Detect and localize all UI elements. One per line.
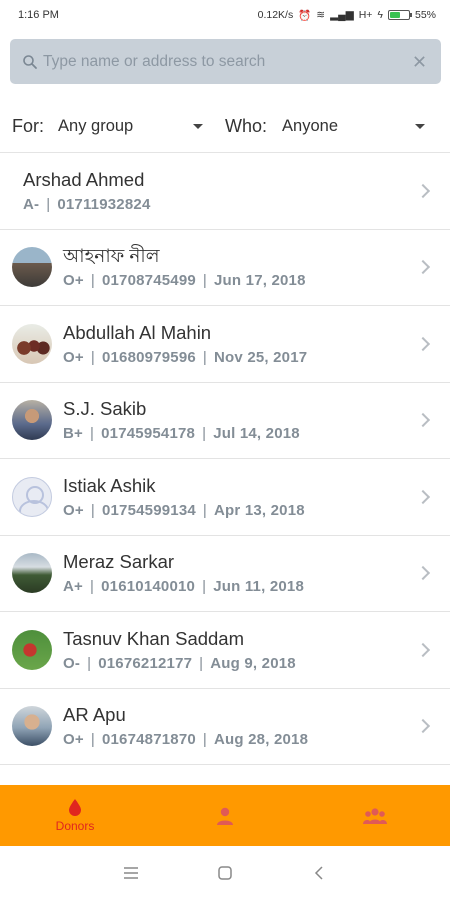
group-icon xyxy=(363,807,387,824)
donor-row[interactable]: S.J. Sakib B+ | 01745954178 | Jul 14, 2018 xyxy=(0,383,450,459)
blood-group: A- xyxy=(23,195,40,213)
donor-name: Abdullah Al Mahin xyxy=(63,321,212,343)
donor-row[interactable]: Arshad Ahmed A- | 01711932824 xyxy=(0,153,450,230)
wifi-icon: ≋ xyxy=(316,9,326,21)
blood-group: O+ xyxy=(63,348,84,366)
avatar xyxy=(12,323,52,364)
blood-group: O+ xyxy=(63,272,84,290)
avatar xyxy=(12,629,52,670)
avatar-placeholder-icon xyxy=(12,476,52,517)
donor-row[interactable]: Abdullah Al Mahin O+ | 01680979596 | Nov 25,… xyxy=(0,306,450,383)
nav-tab-donors-label: Donors xyxy=(55,819,95,833)
donor-row[interactable]: আহনাফ নীল O+ | 01708745499 | Jun 17, 2018 xyxy=(0,230,450,306)
phone: 01711932824 xyxy=(57,195,151,213)
donor-row[interactable]: Meraz Sarkar A+ | 01610140010 | Jun 11, 2018 xyxy=(0,536,450,612)
bottom-nav: Donors xyxy=(0,785,450,846)
battery-percent: 55% xyxy=(414,9,436,21)
blood-group: A+ xyxy=(63,578,83,596)
avatar xyxy=(12,400,52,441)
nav-tab-groups[interactable] xyxy=(300,785,450,846)
donor-details: O+ | 01680979596 | Nov 25, 2017 xyxy=(63,348,308,366)
net-speed: 0.12K/s xyxy=(257,9,294,21)
donor-name: Tasnuv Khan Saddam xyxy=(63,627,245,649)
status-bar: 1:16 PM 0.12K/s ⏰ ≋ ▂▄▆ H+ ϟ 55% xyxy=(0,0,450,30)
blood-drop-icon xyxy=(69,799,81,816)
avatar xyxy=(12,247,52,288)
group-dropdown[interactable]: Any group xyxy=(58,116,204,136)
who-dropdown[interactable]: Anyone xyxy=(282,116,426,136)
blood-group: O+ xyxy=(63,501,84,519)
donor-name: Meraz Sarkar xyxy=(63,551,175,573)
menu-icon[interactable] xyxy=(119,861,143,885)
donor-details: B+ | 01745954178 | Jul 14, 2018 xyxy=(63,425,300,443)
donor-list: Arshad Ahmed A- | 01711932824 আহনাফ নীল O+… xyxy=(0,153,450,765)
nav-tab-donors[interactable]: Donors xyxy=(0,785,150,846)
avatar xyxy=(12,706,52,747)
donor-row[interactable]: Tasnuv Khan Saddam O- | 01676212177 | Aug 9,… xyxy=(0,612,450,689)
alarm-icon: ⏰ xyxy=(298,9,312,22)
person-icon xyxy=(217,807,233,825)
donor-name: Istiak Ashik xyxy=(63,474,156,496)
group-dropdown-value: Any group xyxy=(58,116,134,135)
last-donation-date: Apr 13, 2018 xyxy=(214,501,305,519)
donor-details: O- | 01676212177 | Aug 9, 2018 xyxy=(63,654,296,672)
status-icons: 0.12K/s ⏰ ≋ ▂▄▆ H+ ϟ 55% xyxy=(258,9,436,22)
donor-row[interactable]: AR Apu O+ | 01674871870 | Aug 28, 2018 xyxy=(0,689,450,765)
signal-icon: ▂▄▆ xyxy=(330,9,354,21)
donor-details: O+ | 01708745499 | Jun 17, 2018 xyxy=(63,272,306,290)
search-icon xyxy=(23,54,37,69)
phone: 01708745499 xyxy=(101,272,196,290)
donor-name: আহনাফ নীল xyxy=(63,245,160,267)
blood-group: O+ xyxy=(63,731,84,749)
phone: 01745954178 xyxy=(101,425,196,443)
last-donation-date: Aug 28, 2018 xyxy=(214,731,309,749)
last-donation-date: Jun 11, 2018 xyxy=(213,578,304,596)
dropdown-caret-icon xyxy=(415,123,426,129)
network-type: H+ xyxy=(358,9,373,21)
phone: 01754599134 xyxy=(101,501,196,519)
donor-details: O+ | 01674871870 | Aug 28, 2018 xyxy=(63,731,309,749)
last-donation-date: Aug 9, 2018 xyxy=(210,654,296,672)
system-nav-bar xyxy=(0,846,450,900)
last-donation-date: Jul 14, 2018 xyxy=(213,425,300,443)
donor-details: A+ | 01610140010 | Jun 11, 2018 xyxy=(63,578,304,596)
donor-details: O+ | 01754599134 | Apr 13, 2018 xyxy=(63,501,305,519)
home-icon[interactable] xyxy=(213,861,237,885)
phone: 01676212177 xyxy=(98,654,193,672)
donor-name: Arshad Ahmed xyxy=(23,168,145,190)
last-donation-date: Nov 25, 2017 xyxy=(214,348,308,366)
blood-group: O- xyxy=(63,654,81,672)
nav-tab-profile[interactable] xyxy=(150,785,300,846)
donor-details: A- | 01711932824 xyxy=(23,195,151,213)
charging-icon: ϟ xyxy=(377,9,383,21)
phone: 01674871870 xyxy=(101,731,196,749)
clear-icon[interactable] xyxy=(411,54,427,70)
last-donation-date: Jun 17, 2018 xyxy=(214,272,306,290)
status-time: 1:16 PM xyxy=(18,9,59,21)
donor-name: AR Apu xyxy=(63,704,126,726)
who-label: Who: xyxy=(225,115,268,136)
filter-bar: For: Any group Who: Anyone xyxy=(0,100,450,152)
for-label: For: xyxy=(12,115,45,136)
blood-group: B+ xyxy=(63,425,83,443)
battery-icon xyxy=(387,10,412,20)
search-input[interactable] xyxy=(43,52,411,71)
back-icon[interactable] xyxy=(307,861,331,885)
donor-row[interactable]: Istiak Ashik O+ | 01754599134 | Apr 13, 2018 xyxy=(0,459,450,536)
search-bar xyxy=(10,39,441,84)
phone: 01680979596 xyxy=(101,348,196,366)
phone: 01610140010 xyxy=(101,578,196,596)
donor-name: S.J. Sakib xyxy=(63,398,147,420)
avatar xyxy=(12,553,52,594)
dropdown-caret-icon xyxy=(193,123,204,129)
who-dropdown-value: Anyone xyxy=(282,116,338,135)
